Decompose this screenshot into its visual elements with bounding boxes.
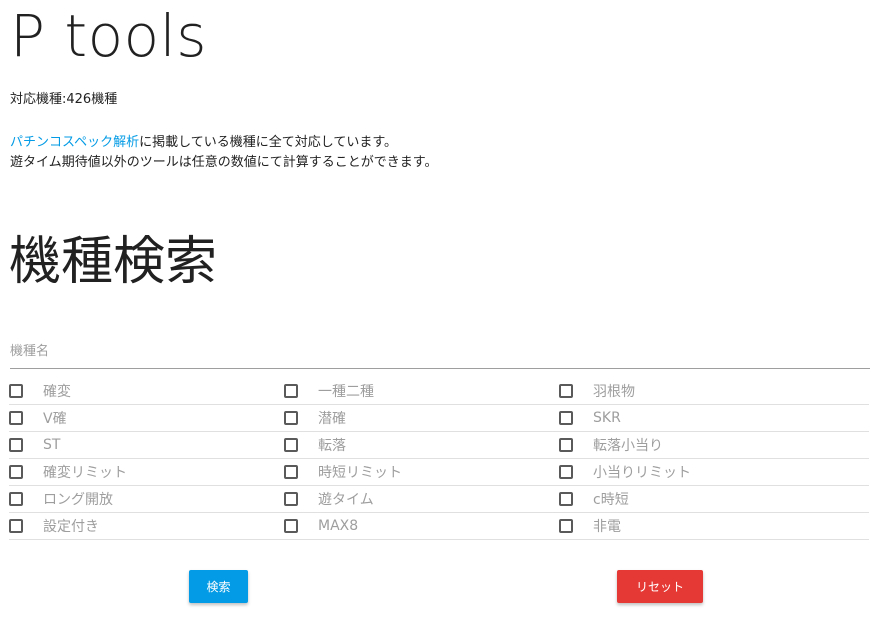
filter-checkbox-grid: 確変 一種二種 羽根物 V確 潜確 SKR ST 転落 転落小当り 確変リミット… [9, 378, 869, 540]
supported-count: 対応機種:426機種 [10, 92, 118, 107]
filter-checkbox[interactable]: c時短 [559, 486, 869, 512]
filter-label: 確変リミット [43, 465, 127, 481]
checkbox-box[interactable] [9, 519, 23, 533]
checkbox-box[interactable] [9, 411, 23, 425]
filter-label: ST [43, 437, 61, 453]
checkbox-box[interactable] [284, 438, 298, 452]
checkbox-box[interactable] [559, 465, 573, 479]
filter-checkbox[interactable]: 羽根物 [559, 378, 869, 404]
filter-checkbox[interactable]: 設定付き [9, 513, 284, 539]
filter-label: ロング開放 [43, 492, 113, 508]
description-line-1: パチンコスペック解析に掲載している機種に全て対応しています。 [10, 133, 437, 153]
checkbox-box[interactable] [9, 492, 23, 506]
description-line-2: 遊タイム期待値以外のツールは任意の数値にて計算することができます。 [10, 155, 438, 170]
filter-checkbox[interactable]: 小当りリミット [559, 459, 869, 485]
checkbox-box[interactable] [559, 438, 573, 452]
filter-checkbox[interactable]: 時短リミット [284, 459, 559, 485]
checkbox-box[interactable] [9, 438, 23, 452]
filter-label: 時短リミット [318, 465, 402, 481]
filter-checkbox[interactable]: SKR [559, 405, 869, 431]
filter-label: V確 [43, 411, 67, 427]
filter-label: 転落 [318, 438, 346, 454]
filter-label: 設定付き [43, 519, 99, 535]
filter-checkbox[interactable]: ST [9, 432, 284, 458]
filter-label: SKR [593, 410, 621, 426]
checkbox-box[interactable] [284, 492, 298, 506]
filter-label: 遊タイム [318, 492, 374, 508]
reset-button[interactable]: リセット [617, 570, 703, 603]
description-line-1-text: に掲載している機種に全て対応しています。 [139, 135, 398, 150]
filter-checkbox[interactable]: 確変リミット [9, 459, 284, 485]
filter-checkbox[interactable]: V確 [9, 405, 284, 431]
filter-checkbox[interactable]: 遊タイム [284, 486, 559, 512]
checkbox-box[interactable] [284, 411, 298, 425]
checkbox-box[interactable] [559, 411, 573, 425]
filter-checkbox[interactable]: 非電 [559, 513, 869, 539]
filter-checkbox[interactable]: MAX8 [284, 513, 559, 539]
filter-label: 小当りリミット [593, 465, 691, 481]
filter-label: 潜確 [318, 411, 346, 427]
filter-row: ロング開放 遊タイム c時短 [9, 486, 869, 513]
search-section-title: 機種検索 [9, 232, 218, 292]
filter-row: 確変リミット 時短リミット 小当りリミット [9, 459, 869, 486]
filter-row: V確 潜確 SKR [9, 405, 869, 432]
machine-name-input[interactable] [10, 338, 870, 369]
checkbox-box[interactable] [559, 384, 573, 398]
filter-checkbox[interactable]: 転落小当り [559, 432, 869, 458]
filter-checkbox[interactable]: 確変 [9, 378, 284, 404]
description: パチンコスペック解析に掲載している機種に全て対応しています。 遊タイム期待値以外… [10, 133, 437, 173]
checkbox-box[interactable] [559, 519, 573, 533]
filter-label: c時短 [593, 492, 629, 508]
filter-checkbox[interactable]: 潜確 [284, 405, 559, 431]
page-title: P tools [10, 2, 207, 70]
checkbox-box[interactable] [284, 465, 298, 479]
checkbox-box[interactable] [559, 492, 573, 506]
filter-label: MAX8 [318, 518, 359, 534]
search-button[interactable]: 検索 [189, 570, 248, 603]
filter-checkbox[interactable]: 転落 [284, 432, 559, 458]
checkbox-box[interactable] [284, 384, 298, 398]
filter-label: 羽根物 [593, 384, 635, 400]
filter-label: 非電 [593, 519, 621, 535]
filter-label: 転落小当り [593, 438, 663, 454]
checkbox-box[interactable] [9, 384, 23, 398]
checkbox-box[interactable] [284, 519, 298, 533]
filter-checkbox[interactable]: 一種二種 [284, 378, 559, 404]
filter-row: 設定付き MAX8 非電 [9, 513, 869, 540]
filter-checkbox[interactable]: ロング開放 [9, 486, 284, 512]
spec-analysis-link[interactable]: パチンコスペック解析 [10, 135, 139, 150]
filter-label: 確変 [43, 384, 71, 400]
checkbox-box[interactable] [9, 465, 23, 479]
filter-row: 確変 一種二種 羽根物 [9, 378, 869, 405]
filter-row: ST 転落 転落小当り [9, 432, 869, 459]
filter-label: 一種二種 [318, 384, 374, 400]
